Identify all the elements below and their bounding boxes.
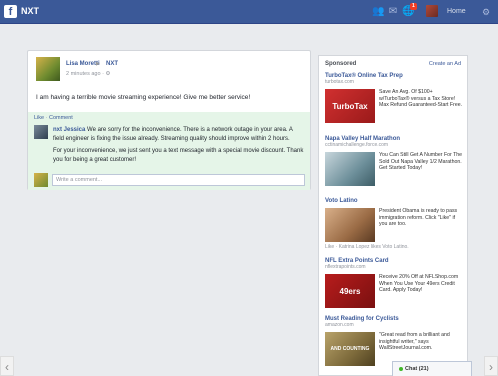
ad-voto-latino[interactable]: Voto Latino President Obama is ready to … [325,198,465,254]
comment-input[interactable]: Write a comment... [52,174,305,186]
home-link[interactable]: Home [447,8,466,15]
ad-url: turbotax.com [325,79,354,85]
ad-text: President Obama is ready to pass immigra… [379,208,458,227]
post-time[interactable]: 2 minutes ago · [66,71,105,77]
ad-image[interactable]: AND COUNTING [325,332,375,366]
ad-text: Receive 20% Off at NFLShop.com When You … [379,274,459,293]
comment: nxt Jessica We are sorry for the inconve… [53,126,305,168]
chat-bar[interactable]: Chat (21) [392,361,472,376]
gear-icon[interactable]: ⚙ [480,6,492,18]
ad-title[interactable]: Voto Latino [325,198,465,204]
ad-url: amazon.com [325,322,354,328]
post-timestamp: 2 minutes ago · ⚙ [66,71,110,77]
comment-link[interactable]: Comment [49,115,73,121]
ad-text: Save An Avg. Of $100+ w/TurboTax® versus… [379,89,463,108]
like-link[interactable]: Like [34,115,44,121]
comment-author[interactable]: nxt Jessica [53,127,85,133]
my-avatar [34,173,48,187]
comment-text-1: We are sorry for the inconvenience. Ther… [53,127,293,142]
ad-image[interactable] [325,208,375,242]
top-bar: f NXT 👥 ✉ 🌐 1 Home ⚙ [0,0,498,24]
ad-turbotax[interactable]: TurboTax® Online Tax Prep turbotax.com T… [325,73,465,129]
ad-image[interactable] [325,152,375,186]
arrow-right-icon: ▶ [96,61,100,67]
post-card: Lisa Moretti ▶ NXT 2 minutes ago · ⚙ I a… [27,50,311,190]
profile-avatar[interactable] [426,5,438,17]
ad-image-label: 49ers [339,286,361,296]
post-target[interactable]: NXT [106,61,118,67]
page-title[interactable]: NXT [21,6,39,16]
chevron-right-icon[interactable]: › [484,356,498,376]
comment-text-2: For your inconvenience, we just sent you… [53,148,304,163]
ad-image-label: AND COUNTING [330,346,370,352]
messages-icon[interactable]: ✉ [387,6,399,18]
privacy-icon: ⚙ [105,71,111,77]
ad-like-line[interactable]: Like · Katrina Lopez likes Voto Latino. [325,244,409,250]
sponsored-label: Sponsored [325,61,357,67]
post-text: I am having a terrible movie streaming e… [36,94,251,101]
ad-url: nflextrapoints.com [325,264,366,270]
notification-badge: 1 [410,3,417,10]
chevron-left-icon[interactable]: ‹ [0,356,14,376]
sponsored-sidebar: Sponsored Create an Ad TurboTax® Online … [318,55,468,376]
ad-url: cctinamichallenge.force.com [325,142,389,148]
create-ad-link[interactable]: Create an Ad [429,61,461,67]
chat-label: Chat (21) [405,366,429,372]
online-status-icon [399,366,403,371]
commenter-avatar[interactable] [34,125,48,139]
ad-image-label: TurboTax [332,101,368,111]
ad-text: You Can Still Get A Number For The Sold … [379,152,463,171]
post-author[interactable]: Lisa Moretti [66,61,100,67]
facebook-logo[interactable]: f [4,5,17,18]
ad-image[interactable]: TurboTax [325,89,375,123]
ad-text: "Great read from a brilliant and insight… [379,332,450,351]
friend-requests-icon[interactable]: 👥 [372,6,384,18]
author-avatar[interactable] [36,57,60,81]
ad-napa[interactable]: Napa Valley Half Marathon cctinamichalle… [325,136,465,192]
ad-nfl[interactable]: NFL Extra Points Card nflextrapoints.com… [325,258,465,314]
ad-image[interactable]: 49ers [325,274,375,308]
post-actions: Like · Comment [34,115,73,121]
comments-section: Like · Comment nxt Jessica We are sorry … [28,112,310,190]
